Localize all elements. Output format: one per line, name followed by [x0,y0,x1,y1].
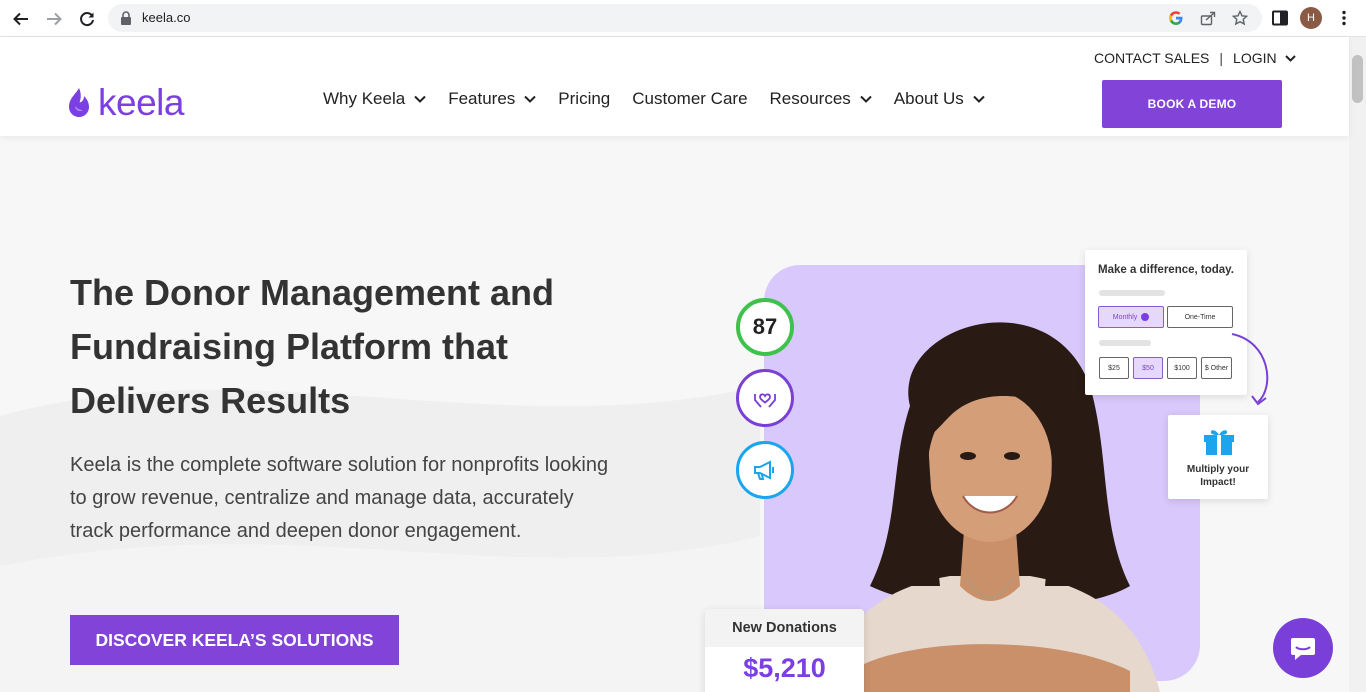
new-donations-value: $5,210 [743,653,826,683]
gift-icon [1204,430,1234,455]
side-panel-icon[interactable] [1271,9,1289,27]
keela-flame-icon [69,87,89,117]
amount-option[interactable]: $25 [1099,357,1129,379]
main-nav: Why Keela Features Pricing Customer Care… [323,89,1007,109]
bookmark-star-icon[interactable] [1232,10,1248,26]
chevron-down-icon [524,95,537,103]
back-button[interactable] [9,7,33,31]
google-icon[interactable] [1168,10,1184,26]
profile-avatar[interactable]: H [1300,7,1322,29]
chevron-down-icon[interactable] [1284,54,1296,62]
megaphone-badge [736,441,794,499]
forward-button[interactable] [42,7,66,31]
new-donations-card: New Donations $5,210 [705,609,864,692]
megaphone-icon [754,460,774,480]
forward-arrow-icon [47,12,62,26]
address-bar[interactable]: keela.co [108,4,1262,32]
placeholder-bar [1099,290,1165,296]
nav-label: About Us [893,89,964,108]
nav-customer-care[interactable]: Customer Care [632,89,747,109]
donation-form-card: Make a difference, today. Monthly One-Ti… [1085,250,1247,395]
logo-text: keela [98,82,184,123]
nav-label: Pricing [558,89,611,108]
nav-label: Features [448,89,516,108]
new-donations-label: New Donations [705,609,864,647]
hero-headline: The Donor Management and Fundraising Pla… [70,272,555,421]
contact-sales-link[interactable]: CONTACT SALES [1094,50,1209,66]
nav-about-us[interactable]: About Us [894,89,985,109]
placeholder-bar [1099,340,1151,346]
nav-resources[interactable]: Resources [770,89,872,109]
nav-label: Resources [769,89,851,108]
monthly-label: Monthly [1112,313,1138,321]
reload-button[interactable] [75,7,99,31]
link-separator: | [1219,50,1224,66]
reload-icon [80,12,94,27]
site-header: keela Why Keela Features Pricing Custome… [0,37,1349,136]
score-badge: 87 [736,298,794,356]
nav-features[interactable]: Features [448,89,537,109]
login-link[interactable]: LOGIN [1233,50,1277,66]
amount-option[interactable]: $50 [1133,357,1163,379]
discover-solutions-button[interactable]: DISCOVER KEELA’S SOLUTIONS [70,615,399,665]
heart-hands-icon [754,393,776,408]
more-menu-icon[interactable] [1335,9,1353,27]
nav-label: Customer Care [632,89,748,108]
hero-subhead: Keela is the complete software solution … [70,454,609,542]
lock-icon [121,11,131,25]
chevron-down-icon [860,95,872,103]
chat-bubble-icon [1291,638,1315,660]
url-text: keela.co [142,10,191,25]
amount-option[interactable]: $100 [1167,357,1197,379]
amount-option[interactable]: $ Other [1201,357,1232,379]
nav-pricing[interactable]: Pricing [558,89,610,109]
monthly-option[interactable]: Monthly [1098,306,1164,328]
scrollbar-thumb[interactable] [1352,55,1363,103]
one-time-option[interactable]: One-Time [1167,306,1233,328]
curved-arrow-icon [1231,333,1269,406]
chat-launcher-button[interactable] [1273,618,1333,678]
chevron-down-icon [414,95,426,103]
book-demo-button[interactable]: BOOK A DEMO [1102,80,1282,128]
page-scrollbar[interactable] [1349,37,1366,692]
check-circle-icon [1141,313,1150,321]
hero-section: The Donor Management and Fundraising Pla… [0,136,1349,692]
heart-hands-badge [736,369,794,427]
browser-toolbar: keela.co H [0,0,1366,37]
utility-links: CONTACT SALES | LOGIN [1094,50,1296,66]
one-time-label: One-Time [1184,313,1216,321]
donate-card-title: Make a difference, today. [1098,264,1234,276]
share-icon[interactable] [1200,10,1216,26]
multiply-impact-text: Multiply your Impact! [1186,464,1250,488]
chevron-down-icon [973,95,985,103]
back-arrow-icon [13,12,28,26]
multiply-impact-card: Multiply your Impact! [1168,415,1268,499]
nav-label: Why Keela [323,89,406,108]
nav-why-keela[interactable]: Why Keela [323,89,426,109]
keela-logo[interactable]: keela [66,84,184,121]
